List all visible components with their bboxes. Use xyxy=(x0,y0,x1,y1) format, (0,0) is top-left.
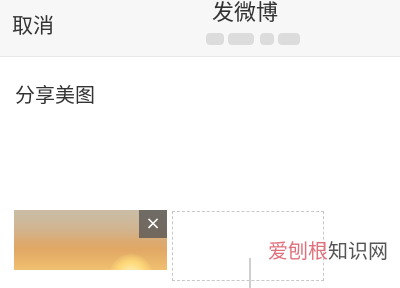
remove-photo-button[interactable]: × xyxy=(139,210,167,238)
plus-icon xyxy=(249,258,251,288)
page-title: 发微博 xyxy=(212,1,279,26)
sunset-sun xyxy=(109,254,153,270)
post-text-input[interactable]: 分享美图 xyxy=(15,82,95,108)
account-name-blurred xyxy=(206,30,300,48)
top-bar: 取消 发微博 xyxy=(0,0,400,57)
cancel-button[interactable]: 取消 xyxy=(12,13,54,39)
watermark-part2: 知识网 xyxy=(328,239,388,263)
watermark: 爱刨根知识网 xyxy=(268,238,388,264)
watermark-part1: 爱刨根 xyxy=(268,239,328,263)
